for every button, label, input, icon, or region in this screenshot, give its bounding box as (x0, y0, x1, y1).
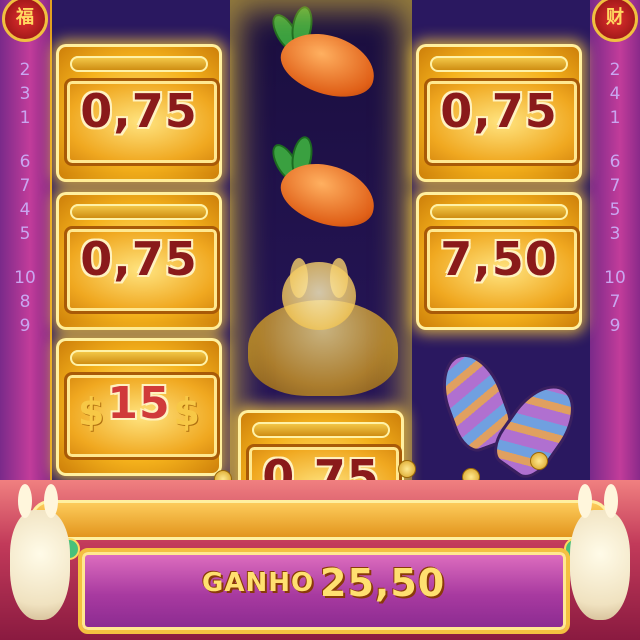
payline-number: 2 (609, 60, 621, 80)
bonus-value-tile: $ $ 15 (56, 338, 222, 476)
right-payline-rail: 财 2 4 1 6 7 5 3 10 7 9 (587, 0, 640, 520)
payline-number: 10 (14, 268, 36, 288)
tile-value: 15 (107, 378, 171, 429)
payline-number: 1 (19, 108, 31, 128)
tile-value: 0,75 (80, 232, 198, 286)
tile-value: 7,50 (440, 232, 558, 286)
carrot-icon (262, 4, 383, 108)
payline-number: 9 (19, 316, 31, 336)
decorative-scroll (30, 500, 610, 540)
tile-value: 0,75 (440, 84, 558, 138)
win-display: GANHO 25,50 (78, 548, 570, 634)
payline-number: 5 (19, 224, 31, 244)
carrot-icon (262, 134, 383, 238)
rabbit-mascot-icon (10, 484, 70, 620)
payline-number: 6 (19, 152, 31, 172)
payline-number: 7 (609, 292, 621, 312)
value-tile: 7,50 (416, 192, 582, 330)
rabbit-ingot-icon (282, 262, 356, 330)
tile-value: 0,75 (80, 84, 198, 138)
coin-icon (398, 460, 416, 478)
left-payline-rail: 福 2 3 1 6 7 4 5 10 8 9 (0, 0, 53, 520)
payline-number: 4 (19, 200, 31, 220)
payline-number: 6 (609, 152, 621, 172)
payline-number: 9 (609, 316, 621, 336)
payline-number: 4 (609, 84, 621, 104)
game-screen: 福 2 3 1 6 7 4 5 10 8 9 财 2 4 1 6 7 5 3 1… (0, 0, 640, 640)
value-tile: 0,75 (56, 192, 222, 330)
rabbit-mascot-icon (570, 484, 630, 620)
win-amount: 25,50 (320, 561, 446, 605)
payline-number: 8 (19, 292, 31, 312)
left-payline-numbers: 2 3 1 6 7 4 5 10 8 9 (0, 58, 50, 338)
win-label: GANHO (202, 568, 315, 598)
payline-number: 7 (609, 176, 621, 196)
payline-number: 3 (609, 224, 621, 244)
fortune-badge-icon: 财 (592, 0, 638, 42)
value-tile: 0,75 (416, 44, 582, 182)
payline-number: 1 (609, 108, 621, 128)
right-payline-numbers: 2 4 1 6 7 5 3 10 7 9 (590, 58, 640, 338)
payline-number: 5 (609, 200, 621, 220)
payline-number: 2 (19, 60, 31, 80)
payline-number: 3 (19, 84, 31, 104)
payline-number: 7 (19, 176, 31, 196)
coin-icon (530, 452, 548, 470)
value-tile: 0,75 (56, 44, 222, 182)
payline-number: 10 (604, 268, 626, 288)
fortune-badge-icon: 福 (2, 0, 48, 42)
